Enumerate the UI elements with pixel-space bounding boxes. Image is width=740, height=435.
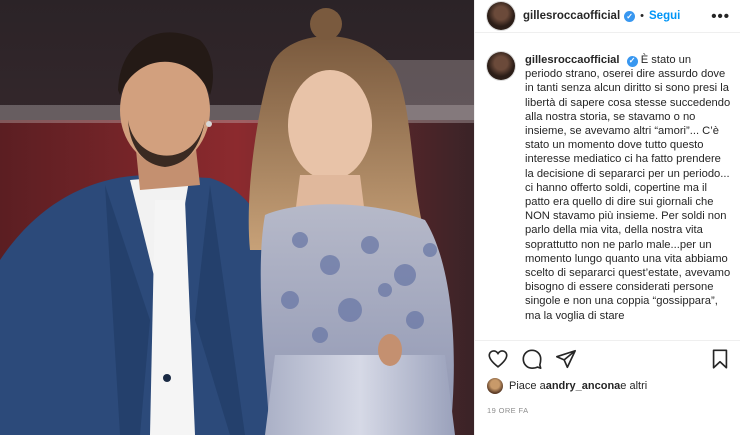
heart-icon[interactable] <box>487 348 509 370</box>
caption-area[interactable]: gillesroccaofficial ✓ È stato un periodo… <box>475 44 740 340</box>
liker-avatar[interactable] <box>487 378 503 394</box>
share-icon[interactable] <box>555 348 577 370</box>
post-side-panel: gillesroccaofficial ✓ • Segui ••• gilles… <box>474 0 740 435</box>
caption-username[interactable]: gillesroccaofficial <box>525 54 620 66</box>
follow-button[interactable]: Segui <box>649 10 680 22</box>
header-separator: • <box>640 10 645 22</box>
liker-username[interactable]: andry_ancona <box>546 380 621 392</box>
comment-icon[interactable] <box>521 348 543 370</box>
post-timestamp[interactable]: 19 ORE FA <box>487 406 529 415</box>
caption-text: È stato un periodo strano, oserei dire a… <box>525 54 731 322</box>
caption-verified-badge-icon: ✓ <box>626 55 638 67</box>
post-header: gillesroccaofficial ✓ • Segui ••• <box>475 0 740 33</box>
likes-suffix[interactable]: e altri <box>620 380 647 392</box>
couple-red-carpet-image <box>0 0 474 435</box>
more-options-icon[interactable]: ••• <box>711 8 730 25</box>
likes-summary: Piace a andry_ancona e altri <box>487 378 647 394</box>
header-username[interactable]: gillesroccaofficial <box>523 10 620 22</box>
bookmark-icon[interactable] <box>709 348 731 370</box>
action-bar <box>475 340 740 376</box>
post-photo[interactable] <box>0 0 474 435</box>
verified-badge-icon: ✓ <box>624 10 636 22</box>
instagram-post: gillesroccaofficial ✓ • Segui ••• gilles… <box>0 0 740 435</box>
caption-avatar[interactable] <box>487 52 515 80</box>
profile-avatar[interactable] <box>487 2 515 30</box>
likes-prefix: Piace a <box>509 380 546 392</box>
caption-text-block: gillesroccaofficial ✓ È stato un periodo… <box>525 44 731 340</box>
